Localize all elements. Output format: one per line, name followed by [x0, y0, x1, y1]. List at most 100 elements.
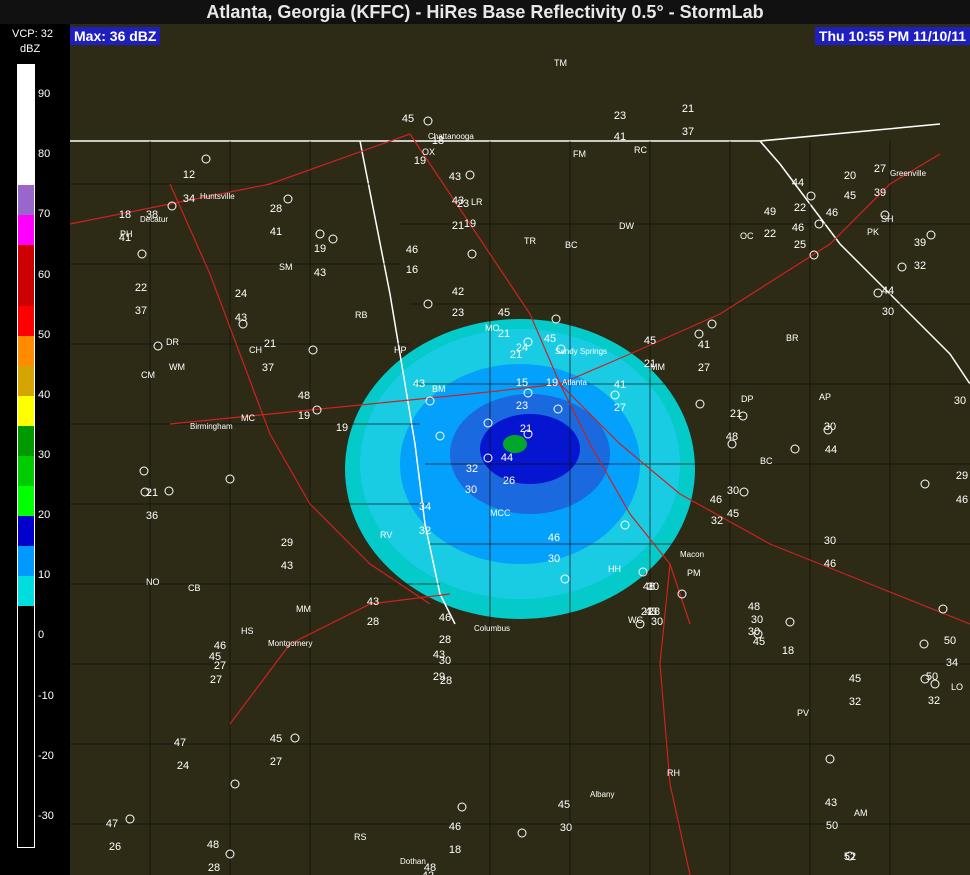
color-segment — [18, 215, 34, 246]
station-value: 41 — [614, 131, 626, 143]
station-code: DR — [166, 337, 179, 347]
station-circle — [790, 444, 800, 454]
station-value: 22 — [135, 282, 147, 294]
color-segment — [18, 456, 34, 487]
color-legend: VCP: 32 dBZ 90 80 70 60 50 40 30 20 10 0 -10 -20 -30 — [0, 24, 70, 875]
station-value: 45 — [498, 307, 510, 319]
station-value: 21 — [730, 408, 742, 420]
station-value: 48 — [748, 601, 760, 613]
station-value: 19 — [546, 377, 558, 389]
station-value: 47 — [106, 818, 118, 830]
station-code: NO — [146, 577, 160, 587]
station-value: 18 — [119, 209, 131, 221]
station-circle — [283, 194, 293, 204]
station-value: 30 — [824, 535, 836, 547]
station-value: 43 — [235, 312, 247, 324]
station-value: 45 — [558, 799, 570, 811]
station-value: 30 — [751, 614, 763, 626]
station-value: 30 — [727, 485, 739, 497]
station-value: 21 — [510, 349, 522, 361]
color-segment — [18, 245, 34, 306]
color-segment — [18, 65, 34, 186]
vcp-label: VCP: 32 — [12, 28, 53, 40]
station-value: 29 — [956, 470, 968, 482]
station-code: MM — [650, 362, 665, 372]
station-value: 44 — [882, 285, 894, 297]
color-segment — [18, 305, 34, 336]
station-value: 27 — [874, 163, 886, 175]
station-code: PK — [867, 227, 879, 237]
station-value: 34 — [183, 193, 195, 205]
station-code: HS — [241, 626, 254, 636]
station-circle — [938, 604, 948, 614]
station-value: 37 — [262, 362, 274, 374]
color-segment — [18, 516, 34, 547]
station-value: 45 — [544, 333, 556, 345]
station-code: RS — [354, 832, 367, 842]
station-value: 18 — [782, 645, 794, 657]
station-value: 46 — [792, 222, 804, 234]
station-circle — [315, 229, 325, 239]
station-code: RV — [380, 530, 392, 540]
station-value: 21 — [498, 328, 510, 340]
station-code: AM — [854, 808, 868, 818]
station-value: 12 — [183, 169, 195, 181]
station-value: 28 — [367, 616, 379, 628]
station-value: 46 — [956, 494, 968, 506]
station-value: 30 — [560, 822, 572, 834]
station-circle — [137, 249, 147, 259]
station-value: 34 — [946, 657, 958, 669]
station-circle — [465, 170, 475, 180]
station-value: 32 — [466, 463, 478, 475]
station-value: 27 — [210, 674, 222, 686]
city-label: Decatur — [140, 215, 168, 224]
station-code: BM — [432, 384, 446, 394]
station-value: 45 — [402, 113, 414, 125]
station-value: 28 — [439, 634, 451, 646]
station-code: MC — [241, 413, 255, 423]
station-code: RH — [667, 768, 680, 778]
station-circle — [809, 250, 819, 260]
radar-map[interactable]: 45 19 18 43 23 19 46 16 42 23 45 21 24 45 21 19 15 23 21 43… — [70, 24, 970, 875]
city-label: Sandy Springs — [555, 347, 607, 356]
color-bar — [17, 64, 35, 848]
station-circle — [457, 802, 467, 812]
station-value: 36 — [146, 510, 158, 522]
station-code: TM — [554, 58, 567, 68]
station-value: 44 — [792, 177, 804, 189]
color-segment — [18, 335, 34, 366]
station-code: CB — [188, 583, 201, 593]
station-circle — [695, 399, 705, 409]
tick-label: -30 — [38, 809, 54, 822]
station-value: 27 — [698, 362, 710, 374]
station-code: DP — [741, 394, 754, 404]
city-label: Columbus — [474, 624, 510, 633]
tick-label: 20 — [38, 509, 51, 522]
station-value: 34 — [419, 501, 431, 513]
station-value: 19 — [464, 218, 476, 230]
station-value: 30 — [439, 655, 451, 667]
station-circle — [201, 154, 211, 164]
station-value: 39 — [874, 187, 886, 199]
station-code: HH — [608, 564, 621, 574]
station-value: 21 — [452, 220, 464, 232]
station-code: BR — [786, 333, 799, 343]
station-code: SM — [279, 262, 293, 272]
station-circle — [423, 116, 433, 126]
station-value: 19 — [336, 422, 348, 434]
station-value: 15 — [516, 377, 528, 389]
station-value: 45 — [727, 508, 739, 520]
tick-label: 30 — [38, 449, 51, 461]
station-code: OC — [740, 231, 754, 241]
station-circle — [694, 329, 704, 339]
station-value: 43 — [367, 596, 379, 608]
station-value: 44 — [825, 444, 837, 456]
station-circle — [873, 288, 883, 298]
station-value: 46 — [214, 640, 226, 652]
station-value: 42 — [422, 870, 434, 875]
station-value: 43 — [281, 560, 293, 572]
city-label: Montgomery — [268, 639, 312, 648]
station-value: 47 — [174, 737, 186, 749]
tick-label: 50 — [38, 328, 51, 341]
station-circle — [328, 234, 338, 244]
